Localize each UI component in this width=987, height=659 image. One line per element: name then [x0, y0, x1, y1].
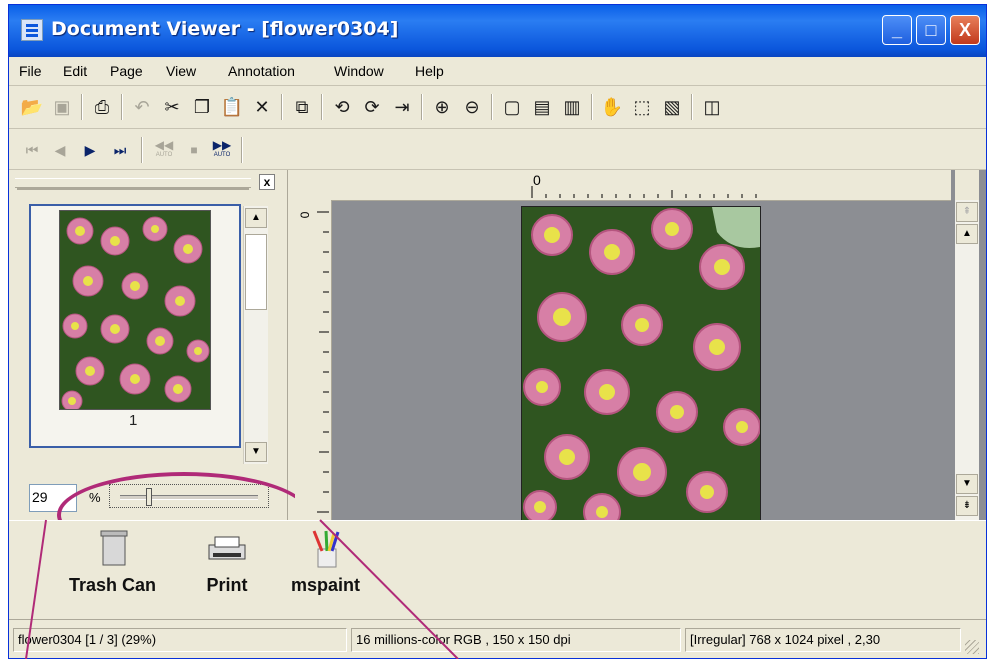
- paste-icon[interactable]: 📋: [219, 94, 245, 120]
- save-icon[interactable]: ▣: [49, 94, 75, 120]
- fit-width-icon[interactable]: ▤: [529, 94, 555, 120]
- dock-label-mspaint: mspaint: [291, 575, 361, 595]
- document-scrollbar[interactable]: ⇞ ▲ ▼ ⇟: [955, 200, 979, 520]
- menu-annotation[interactable]: Annotation: [228, 63, 295, 79]
- app-icon[interactable]: [21, 19, 43, 41]
- image-icon[interactable]: ▧: [659, 94, 685, 120]
- fit-page-icon[interactable]: ▢: [499, 94, 525, 120]
- auto-rewind-label: AUTO: [155, 152, 173, 158]
- scroll-up-icon[interactable]: ▲: [956, 224, 978, 244]
- auto-rewind-icon: ◀◀: [154, 138, 174, 152]
- vertical-ruler-ticks: [317, 211, 329, 513]
- hand-tool-icon[interactable]: ✋: [599, 94, 625, 120]
- thumbnail-panel: x 1 ▲ ▼ 29 %: [9, 170, 311, 558]
- print-icon[interactable]: ⎙: [89, 94, 115, 120]
- toolbar-separator: [491, 94, 493, 120]
- toolbar-separator: [121, 94, 123, 120]
- toolbar-separator: [321, 94, 323, 120]
- cut-icon[interactable]: ✂: [159, 94, 185, 120]
- first-page-icon[interactable]: ⏮: [19, 137, 45, 163]
- auto-rewind-button[interactable]: ◀◀ AUTO: [151, 137, 177, 163]
- menu-file[interactable]: File: [19, 63, 42, 79]
- open-folder-icon[interactable]: 📂: [19, 94, 45, 120]
- dock-label-trash-can: Trash Can: [69, 575, 157, 595]
- delete-icon[interactable]: ✕: [249, 94, 275, 120]
- thumbnail-scrollbar[interactable]: ▲ ▼: [243, 206, 268, 464]
- flower-photo: [522, 207, 760, 522]
- scroll-top-icon[interactable]: ⇞: [956, 202, 978, 222]
- title-bar[interactable]: Document Viewer - [flower0304] _ □ X: [9, 5, 986, 57]
- status-page-info: flower0304 [1 / 3] (29%): [13, 628, 347, 652]
- rotate-right-icon[interactable]: ⟳: [359, 94, 385, 120]
- minimize-button[interactable]: _: [882, 15, 912, 45]
- printer-icon: [208, 536, 246, 560]
- trash-can-icon: [100, 530, 128, 566]
- select-rect-icon[interactable]: ⬚: [629, 94, 655, 120]
- scroll-down-icon[interactable]: ▼: [956, 474, 978, 494]
- last-page-icon[interactable]: ⏭: [107, 137, 133, 163]
- duplicate-page-icon[interactable]: ⧉: [289, 94, 315, 120]
- scroll-down-icon[interactable]: ▼: [245, 442, 267, 462]
- rotate-left-icon[interactable]: ⟲: [329, 94, 355, 120]
- vertical-ruler: 0: [295, 200, 332, 520]
- toolbar-separator: [421, 94, 423, 120]
- panel-grip[interactable]: [15, 178, 251, 188]
- scrollbar-thumb[interactable]: [245, 234, 267, 310]
- ruler-ticks: [531, 186, 757, 198]
- document-view: 0 0 ⇞ ▲ ▼ ⇟: [295, 170, 986, 523]
- flip-page-icon[interactable]: ⇥: [389, 94, 415, 120]
- paint-brushes-icon: [312, 530, 339, 568]
- menu-bar: File Edit Page View Annotation Window He…: [9, 57, 986, 86]
- page-image[interactable]: [521, 206, 761, 523]
- thumbnail-image[interactable]: [59, 210, 211, 410]
- scroll-bottom-icon[interactable]: ⇟: [956, 496, 978, 516]
- status-color-info: 16 millions-color RGB , 150 x 150 dpi: [351, 628, 681, 652]
- scroll-up-icon[interactable]: ▲: [245, 208, 267, 228]
- prev-page-icon[interactable]: ◀: [47, 137, 73, 163]
- menu-page[interactable]: Page: [110, 63, 143, 79]
- status-bar: flower0304 [1 / 3] (29%) 16 millions-col…: [9, 619, 986, 658]
- close-button[interactable]: X: [950, 15, 980, 45]
- zoom-in-icon[interactable]: ⊕: [429, 94, 455, 120]
- maximize-button[interactable]: □: [916, 15, 946, 45]
- window-title: Document Viewer - [flower0304]: [51, 18, 399, 40]
- zoom-out-icon[interactable]: ⊖: [459, 94, 485, 120]
- dock-item-mspaint[interactable]: mspaint: [291, 529, 360, 596]
- copy-icon[interactable]: ❐: [189, 94, 215, 120]
- app-window: Document Viewer - [flower0304] _ □ X Fil…: [8, 4, 987, 659]
- ruler-corner: [295, 170, 332, 200]
- main-toolbar: 📂 ▣ ⎙ ↶ ✂ ❐ 📋 ✕ ⧉ ⟲ ⟳ ⇥ ⊕ ⊖ ▢ ▤ ▥ ✋ ⬚ ▧ …: [9, 86, 986, 129]
- application-dock: Trash Can Print mspaint: [9, 520, 986, 619]
- stop-icon[interactable]: ■: [181, 137, 207, 163]
- fit-height-icon[interactable]: ▥: [559, 94, 585, 120]
- toolbar-separator: [81, 94, 83, 120]
- panel-toggle-icon[interactable]: ◫: [699, 94, 725, 120]
- menu-window[interactable]: Window: [334, 63, 384, 79]
- auto-forward-button[interactable]: ▶▶ AUTO: [209, 137, 235, 163]
- flower-photo-thumbnail: [60, 211, 210, 409]
- resize-grip[interactable]: [965, 640, 979, 654]
- status-size-info: [Irregular] 768 x 1024 pixel , 2,30: [685, 628, 961, 652]
- toolbar-separator: [241, 137, 243, 163]
- menu-view[interactable]: View: [166, 63, 196, 79]
- dock-item-print[interactable]: Print: [205, 529, 249, 596]
- thumbnail-list: 1: [29, 204, 241, 448]
- thumbnail-page-number: 1: [129, 412, 138, 429]
- horizontal-ruler: 0: [331, 170, 951, 201]
- toolbar-separator: [141, 137, 143, 163]
- navigation-toolbar: ⏮ ◀ ▶ ⏭ ◀◀ AUTO ■ ▶▶ AUTO: [9, 129, 986, 170]
- panel-close-button[interactable]: x: [259, 174, 275, 190]
- toolbar-separator: [281, 94, 283, 120]
- dock-label-print: Print: [206, 575, 248, 595]
- toolbar-separator: [591, 94, 593, 120]
- scroll-corner: [955, 170, 979, 200]
- auto-forward-icon: ▶▶: [212, 138, 232, 152]
- menu-edit[interactable]: Edit: [63, 63, 87, 79]
- dock-item-trash-can[interactable]: Trash Can: [69, 529, 156, 596]
- undo-icon[interactable]: ↶: [129, 94, 155, 120]
- menu-help[interactable]: Help: [415, 63, 444, 79]
- next-page-icon[interactable]: ▶: [77, 137, 103, 163]
- auto-forward-label: AUTO: [213, 152, 231, 158]
- toolbar-separator: [691, 94, 693, 120]
